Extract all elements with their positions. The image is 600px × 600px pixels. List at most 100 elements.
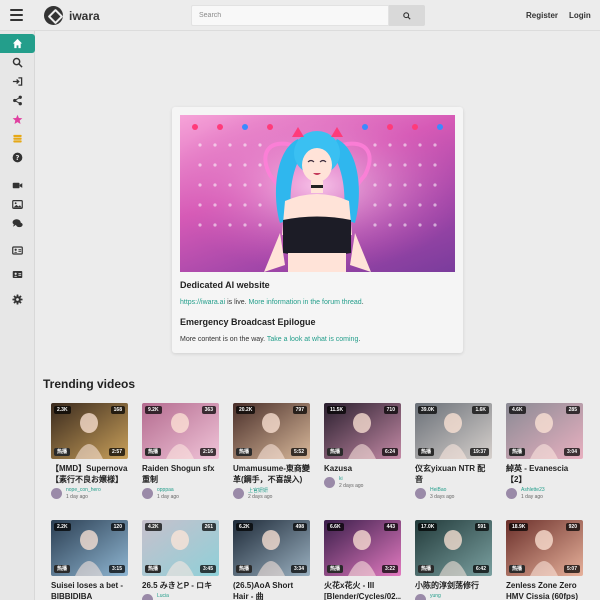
like-count-badge: 797: [292, 406, 307, 414]
video-thumbnail[interactable]: 2.3K 168 热播 2:57: [51, 403, 128, 459]
view-count-badge: 2.3K: [54, 406, 71, 414]
sidebar-item-images[interactable]: [0, 195, 35, 214]
video-author[interactable]: 上官妍妍: [248, 487, 268, 494]
search-input[interactable]: [191, 5, 389, 26]
avatar[interactable]: [51, 488, 62, 499]
sidebar-item-search[interactable]: [0, 53, 35, 72]
video-card[interactable]: 39.0K 1.6K 热播 19:37 仪玄yixuan NTR 配音 HeiBao 3 d…: [415, 403, 492, 501]
iwara-logo-icon[interactable]: [44, 6, 63, 25]
sign-in-icon: [12, 77, 23, 86]
like-count-badge: 363: [201, 406, 216, 414]
search-icon: [12, 57, 23, 68]
sidebar-item-settings[interactable]: [0, 290, 35, 309]
video-author[interactable]: nope_con_hero: [66, 487, 101, 493]
video-title[interactable]: Kazusa: [324, 463, 401, 474]
video-thumbnail[interactable]: 11.5K 710 热播 6:24: [324, 403, 401, 459]
top-header: iwara Register Login: [0, 0, 600, 31]
view-count-badge: 9.2K: [145, 406, 162, 414]
video-meta: opppaa 1 day ago: [142, 487, 219, 501]
avatar[interactable]: [415, 594, 426, 600]
video-card[interactable]: 4.2K 261 热播 3:45 26.5 みきとP - ロキ Lucia: [142, 520, 219, 600]
video-icon: [12, 182, 23, 189]
video-thumbnail[interactable]: 9.2K 363 热播 2:16: [142, 403, 219, 459]
video-thumbnail[interactable]: 4.6K 285 热播 3:04: [506, 403, 583, 459]
whats-coming-link[interactable]: Take a look at what is coming: [267, 336, 358, 343]
sidebar-item-favorites[interactable]: [0, 110, 35, 129]
video-card[interactable]: 2.3K 168 热播 2:57 【MMD】Supernova【素行不良お嬢様】 nope…: [51, 403, 128, 501]
video-title[interactable]: (26.5)AoA Short Hair - 曲: [233, 580, 310, 600]
image-icon: [12, 200, 23, 209]
video-title[interactable]: 綽英 - Evanescia【2】: [506, 463, 583, 485]
announcement-banner-image[interactable]: [180, 115, 455, 272]
video-meta: nope_con_hero 1 day ago: [51, 487, 128, 501]
login-button[interactable]: Login: [569, 11, 591, 20]
avatar[interactable]: [324, 477, 335, 488]
video-meta: Ashlette23 1 day ago: [506, 487, 583, 501]
video-thumbnail[interactable]: 20.2K 797 热播 5:52: [233, 403, 310, 459]
video-card[interactable]: 4.6K 285 热播 3:04 綽英 - Evanescia【2】 Ashlette23…: [506, 403, 583, 501]
video-card[interactable]: 6.6K 443 热播 3:22 火花x花火 - III [Blender/Cycles…: [324, 520, 401, 600]
video-author[interactable]: HeiBao: [430, 487, 446, 493]
video-card[interactable]: 6.2K 498 热播 3:34 (26.5)AoA Short Hair - 曲: [233, 520, 310, 600]
sidebar-item-home[interactable]: [0, 34, 35, 53]
sidebar-item-share[interactable]: [0, 91, 35, 110]
video-thumbnail[interactable]: 4.2K 261 热播 3:45: [142, 520, 219, 576]
video-title[interactable]: 【MMD】Supernova【素行不良お嬢様】: [51, 463, 128, 485]
video-thumbnail[interactable]: 6.2K 498 热播 3:34: [233, 520, 310, 576]
register-button[interactable]: Register: [526, 11, 558, 20]
video-author[interactable]: opppaa: [157, 487, 174, 493]
video-thumbnail[interactable]: 17.0K 591 热播 6:42: [415, 520, 492, 576]
video-title[interactable]: Raiden Shogun sfx重制: [142, 463, 219, 485]
like-count-badge: 443: [383, 523, 398, 531]
video-title[interactable]: 小陈的淳剑荡修行: [415, 580, 492, 591]
iwara-ai-link[interactable]: https://iwara.ai: [180, 299, 225, 306]
video-title[interactable]: Umamusume-東商變革(鋼手，不喜誤入): [233, 463, 310, 485]
video-card[interactable]: 20.2K 797 热播 5:52 Umamusume-東商變革(鋼手，不喜誤入) 上官妍…: [233, 403, 310, 501]
sidebar-item-coins[interactable]: [0, 129, 35, 148]
avatar[interactable]: [142, 594, 153, 600]
video-title[interactable]: Suisei loses a bet - BIBBIDIBA: [51, 580, 128, 600]
sidebar-item-id[interactable]: [0, 241, 35, 260]
hot-tag-badge: 热播: [236, 448, 253, 456]
video-title[interactable]: Zenless Zone Zero HMV Cissia (60fps): [506, 580, 583, 600]
video-thumbnail[interactable]: 18.9K 920 热播 5:07: [506, 520, 583, 576]
video-author[interactable]: Lucia: [157, 593, 169, 599]
avatar[interactable]: [415, 488, 426, 499]
sidebar-item-login[interactable]: [0, 72, 35, 91]
video-title[interactable]: 仪玄yixuan NTR 配音: [415, 463, 492, 485]
video-date: 1 day ago: [66, 494, 88, 500]
video-meta: yung: [415, 593, 492, 600]
menu-icon[interactable]: [10, 9, 23, 21]
video-author[interactable]: ki: [339, 476, 343, 482]
video-card[interactable]: 18.9K 920 热播 5:07 Zenless Zone Zero HMV Ciss…: [506, 520, 583, 600]
duration-badge: 6:24: [381, 448, 398, 456]
sidebar-item-help[interactable]: ?: [0, 148, 35, 167]
video-card[interactable]: 11.5K 710 热播 6:24 Kazusa ki 2 days ago: [324, 403, 401, 490]
brand-name[interactable]: iwara: [69, 9, 100, 23]
announcement-line-epilogue: More content is on the way. Take a look …: [180, 336, 360, 343]
hot-tag-badge: 热播: [145, 565, 162, 573]
video-thumbnail[interactable]: 39.0K 1.6K 热播 19:37: [415, 403, 492, 459]
video-card[interactable]: 2.2K 120 热播 3:15 Suisei loses a bet - BIBBID…: [51, 520, 128, 600]
avatar[interactable]: [233, 488, 244, 499]
duration-badge: 3:34: [290, 565, 307, 573]
video-thumbnail[interactable]: 6.6K 443 热播 3:22: [324, 520, 401, 576]
video-title[interactable]: 26.5 みきとP - ロキ: [142, 580, 219, 591]
video-author[interactable]: yung: [430, 593, 441, 599]
avatar[interactable]: [142, 488, 153, 499]
settings-icon: [12, 294, 23, 305]
hot-tag-badge: 热播: [54, 448, 71, 456]
video-meta: HeiBao 3 days ago: [415, 487, 492, 501]
video-card[interactable]: 9.2K 363 热播 2:16 Raiden Shogun sfx重制 opppaa 1 …: [142, 403, 219, 501]
sidebar-item-forum[interactable]: [0, 214, 35, 233]
avatar[interactable]: [506, 488, 517, 499]
forum-thread-link[interactable]: More information in the forum thread: [248, 299, 361, 306]
video-title[interactable]: 火花x花火 - III [Blender/Cycles/02...: [324, 580, 401, 600]
search-button[interactable]: [389, 5, 425, 26]
duration-badge: 3:45: [199, 565, 216, 573]
video-thumbnail[interactable]: 2.2K 120 热播 3:15: [51, 520, 128, 576]
video-author[interactable]: Ashlette23: [521, 487, 545, 493]
sidebar-item-profile[interactable]: [0, 265, 35, 284]
sidebar-item-videos[interactable]: [0, 176, 35, 195]
video-card[interactable]: 17.0K 591 热播 6:42 小陈的淳剑荡修行 yung: [415, 520, 492, 600]
